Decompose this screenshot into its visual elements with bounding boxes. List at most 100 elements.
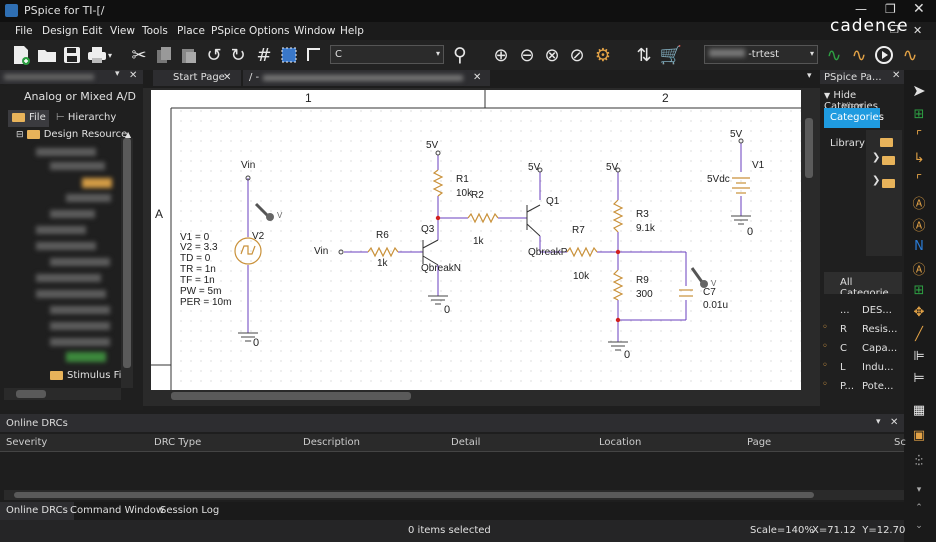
tree-root-design-resources[interactable]: ⊟ Design Resource (16, 129, 127, 140)
col-drc-type[interactable]: DRC Type (154, 437, 201, 448)
place-bus-entry-icon[interactable]: ⊫ (906, 346, 932, 366)
menu-tools[interactable]: Tools (142, 25, 168, 37)
parts-header-desc[interactable]: DES... (862, 305, 892, 316)
menu-design[interactable]: Design (42, 25, 78, 37)
place-port-icon[interactable]: N (906, 236, 932, 256)
table-row[interactable]: ◦ C Capa... (822, 341, 902, 359)
canvas-vertical-scrollbar[interactable] (803, 88, 815, 388)
tab-list-dropdown-icon[interactable]: ▾ (807, 71, 812, 81)
menu-place[interactable]: Place (177, 25, 205, 37)
shop-cart-icon[interactable]: 🛒 (660, 44, 682, 66)
place-table-icon[interactable]: ▦ (906, 400, 932, 420)
scrollbar-thumb[interactable] (123, 138, 131, 368)
run-icon[interactable] (873, 44, 895, 66)
palette-scroll-down-icon[interactable]: ⌄ (906, 516, 932, 536)
menu-options[interactable]: Options (249, 25, 290, 37)
folder-icon[interactable] (880, 138, 893, 147)
list-item[interactable] (36, 242, 96, 250)
folder-icon[interactable] (882, 156, 895, 165)
drc-horizontal-scrollbar[interactable] (4, 490, 904, 500)
close-button[interactable]: ✕ (913, 1, 925, 17)
panel-close-icon[interactable]: ✕ (892, 70, 900, 81)
tree-vertical-scrollbar[interactable] (121, 138, 133, 388)
list-item[interactable] (50, 322, 110, 330)
expand-icon[interactable]: ❯ (872, 152, 880, 163)
col-severity[interactable]: Severity (6, 437, 47, 448)
list-item[interactable] (36, 274, 101, 282)
chevron-down-icon[interactable]: ▾ (436, 49, 440, 58)
table-row[interactable]: ◦ L Indu... (822, 360, 902, 378)
col-sc[interactable]: Sc (894, 437, 906, 448)
canvas-horizontal-scrollbar[interactable] (151, 390, 803, 402)
search-icon[interactable]: ⚲ (449, 44, 471, 66)
place-no-connect-icon[interactable]: ╱ (906, 324, 932, 344)
collapse-icon[interactable]: ⊟ (16, 130, 24, 140)
parts-header-dots[interactable]: ... (840, 305, 850, 316)
scrollbar-thumb[interactable] (805, 118, 813, 178)
select-pointer-icon[interactable]: ➤ (906, 80, 932, 100)
profile-combobox[interactable]: -trtest ▾ (704, 45, 818, 64)
tab-file[interactable]: File (8, 110, 49, 127)
minimize-button[interactable]: — (855, 2, 867, 16)
panel-menu-icon[interactable]: ▾ (115, 69, 120, 79)
place-wire-icon[interactable]: ⌜ (906, 126, 932, 146)
palette-scroll-up-icon[interactable]: ⌃ (906, 498, 932, 518)
tree-item-stimulus-files[interactable]: Stimulus Fil (50, 370, 124, 381)
scrollbar-thumb[interactable] (16, 390, 46, 398)
search-combobox[interactable]: C ▾ (330, 45, 444, 64)
paste-icon[interactable] (178, 44, 200, 66)
tab-command-window[interactable]: Command Window (70, 505, 164, 516)
maximize-button[interactable]: ❐ (885, 2, 896, 16)
tab-schematic-page[interactable]: / - ✕ (243, 70, 490, 86)
list-item[interactable] (50, 210, 95, 218)
grid-icon[interactable]: # (253, 44, 275, 66)
view-results-icon[interactable]: ∿ (899, 44, 921, 66)
expand-icon[interactable]: ❯ (872, 175, 880, 186)
redo-icon[interactable]: ↻ (227, 44, 249, 66)
tab-online-drcs[interactable]: Online DRCs (0, 502, 74, 520)
place-junction-icon[interactable]: ✥ (906, 302, 932, 322)
panel-close-icon[interactable]: ✕ (890, 417, 898, 428)
library-tree[interactable]: ❯ ❯ (866, 130, 902, 256)
undo-icon[interactable]: ↺ (203, 44, 225, 66)
table-row[interactable]: ◦ P... Pote... (822, 379, 902, 397)
place-image-icon[interactable]: ▣ (906, 425, 932, 445)
netlist-icon[interactable]: ⇅ (633, 44, 655, 66)
zoom-area-icon[interactable]: ⊗ (541, 44, 563, 66)
place-ground-icon[interactable]: ⊞ (906, 280, 932, 300)
list-item[interactable] (50, 258, 110, 266)
list-item[interactable] (36, 148, 96, 156)
select-area-icon[interactable] (278, 44, 300, 66)
col-description[interactable]: Description (303, 437, 360, 448)
zoom-in-icon[interactable]: ⊕ (490, 44, 512, 66)
panel-close-icon[interactable]: ✕ (129, 70, 137, 81)
close-icon[interactable]: ✕ (473, 72, 481, 83)
schematic-area[interactable]: 1 2 A Vin V2 V1 = 0 V2 = 3.3 TD = 0 TR =… (143, 88, 820, 406)
list-item[interactable] (50, 306, 110, 314)
schematic-canvas[interactable] (151, 90, 801, 390)
open-folder-icon[interactable] (36, 44, 58, 66)
menu-edit[interactable]: Edit (82, 25, 102, 37)
list-item[interactable] (82, 178, 112, 188)
col-detail[interactable]: Detail (451, 437, 480, 448)
tree-horizontal-scrollbar[interactable] (4, 388, 121, 400)
tab-hierarchy[interactable]: ⊢ Hierarchy (52, 110, 134, 127)
list-item[interactable] (66, 352, 106, 362)
menu-pspice[interactable]: PSpice (211, 25, 246, 37)
menu-file[interactable]: File (15, 25, 33, 37)
folder-icon[interactable] (882, 179, 895, 188)
list-item[interactable] (36, 290, 106, 298)
menu-window[interactable]: Window (294, 25, 335, 37)
panel-menu-icon[interactable]: ▾ (876, 417, 881, 427)
zoom-fit-icon[interactable]: ⊘ (566, 44, 588, 66)
new-icon[interactable] (10, 44, 32, 66)
list-item[interactable] (50, 338, 110, 346)
col-page[interactable]: Page (747, 437, 771, 448)
grid-dots-icon[interactable]: ∷ (906, 452, 932, 472)
part-search-icon[interactable]: ⚙ (592, 44, 614, 66)
snap-icon[interactable] (303, 44, 325, 66)
toolbar-dropdown-icon[interactable]: ▾ (105, 44, 115, 66)
categories-tab[interactable]: Categories (824, 108, 884, 128)
place-bus-icon[interactable]: ⌜ (906, 170, 932, 190)
all-categories-button[interactable]: All Categorie (824, 272, 902, 294)
